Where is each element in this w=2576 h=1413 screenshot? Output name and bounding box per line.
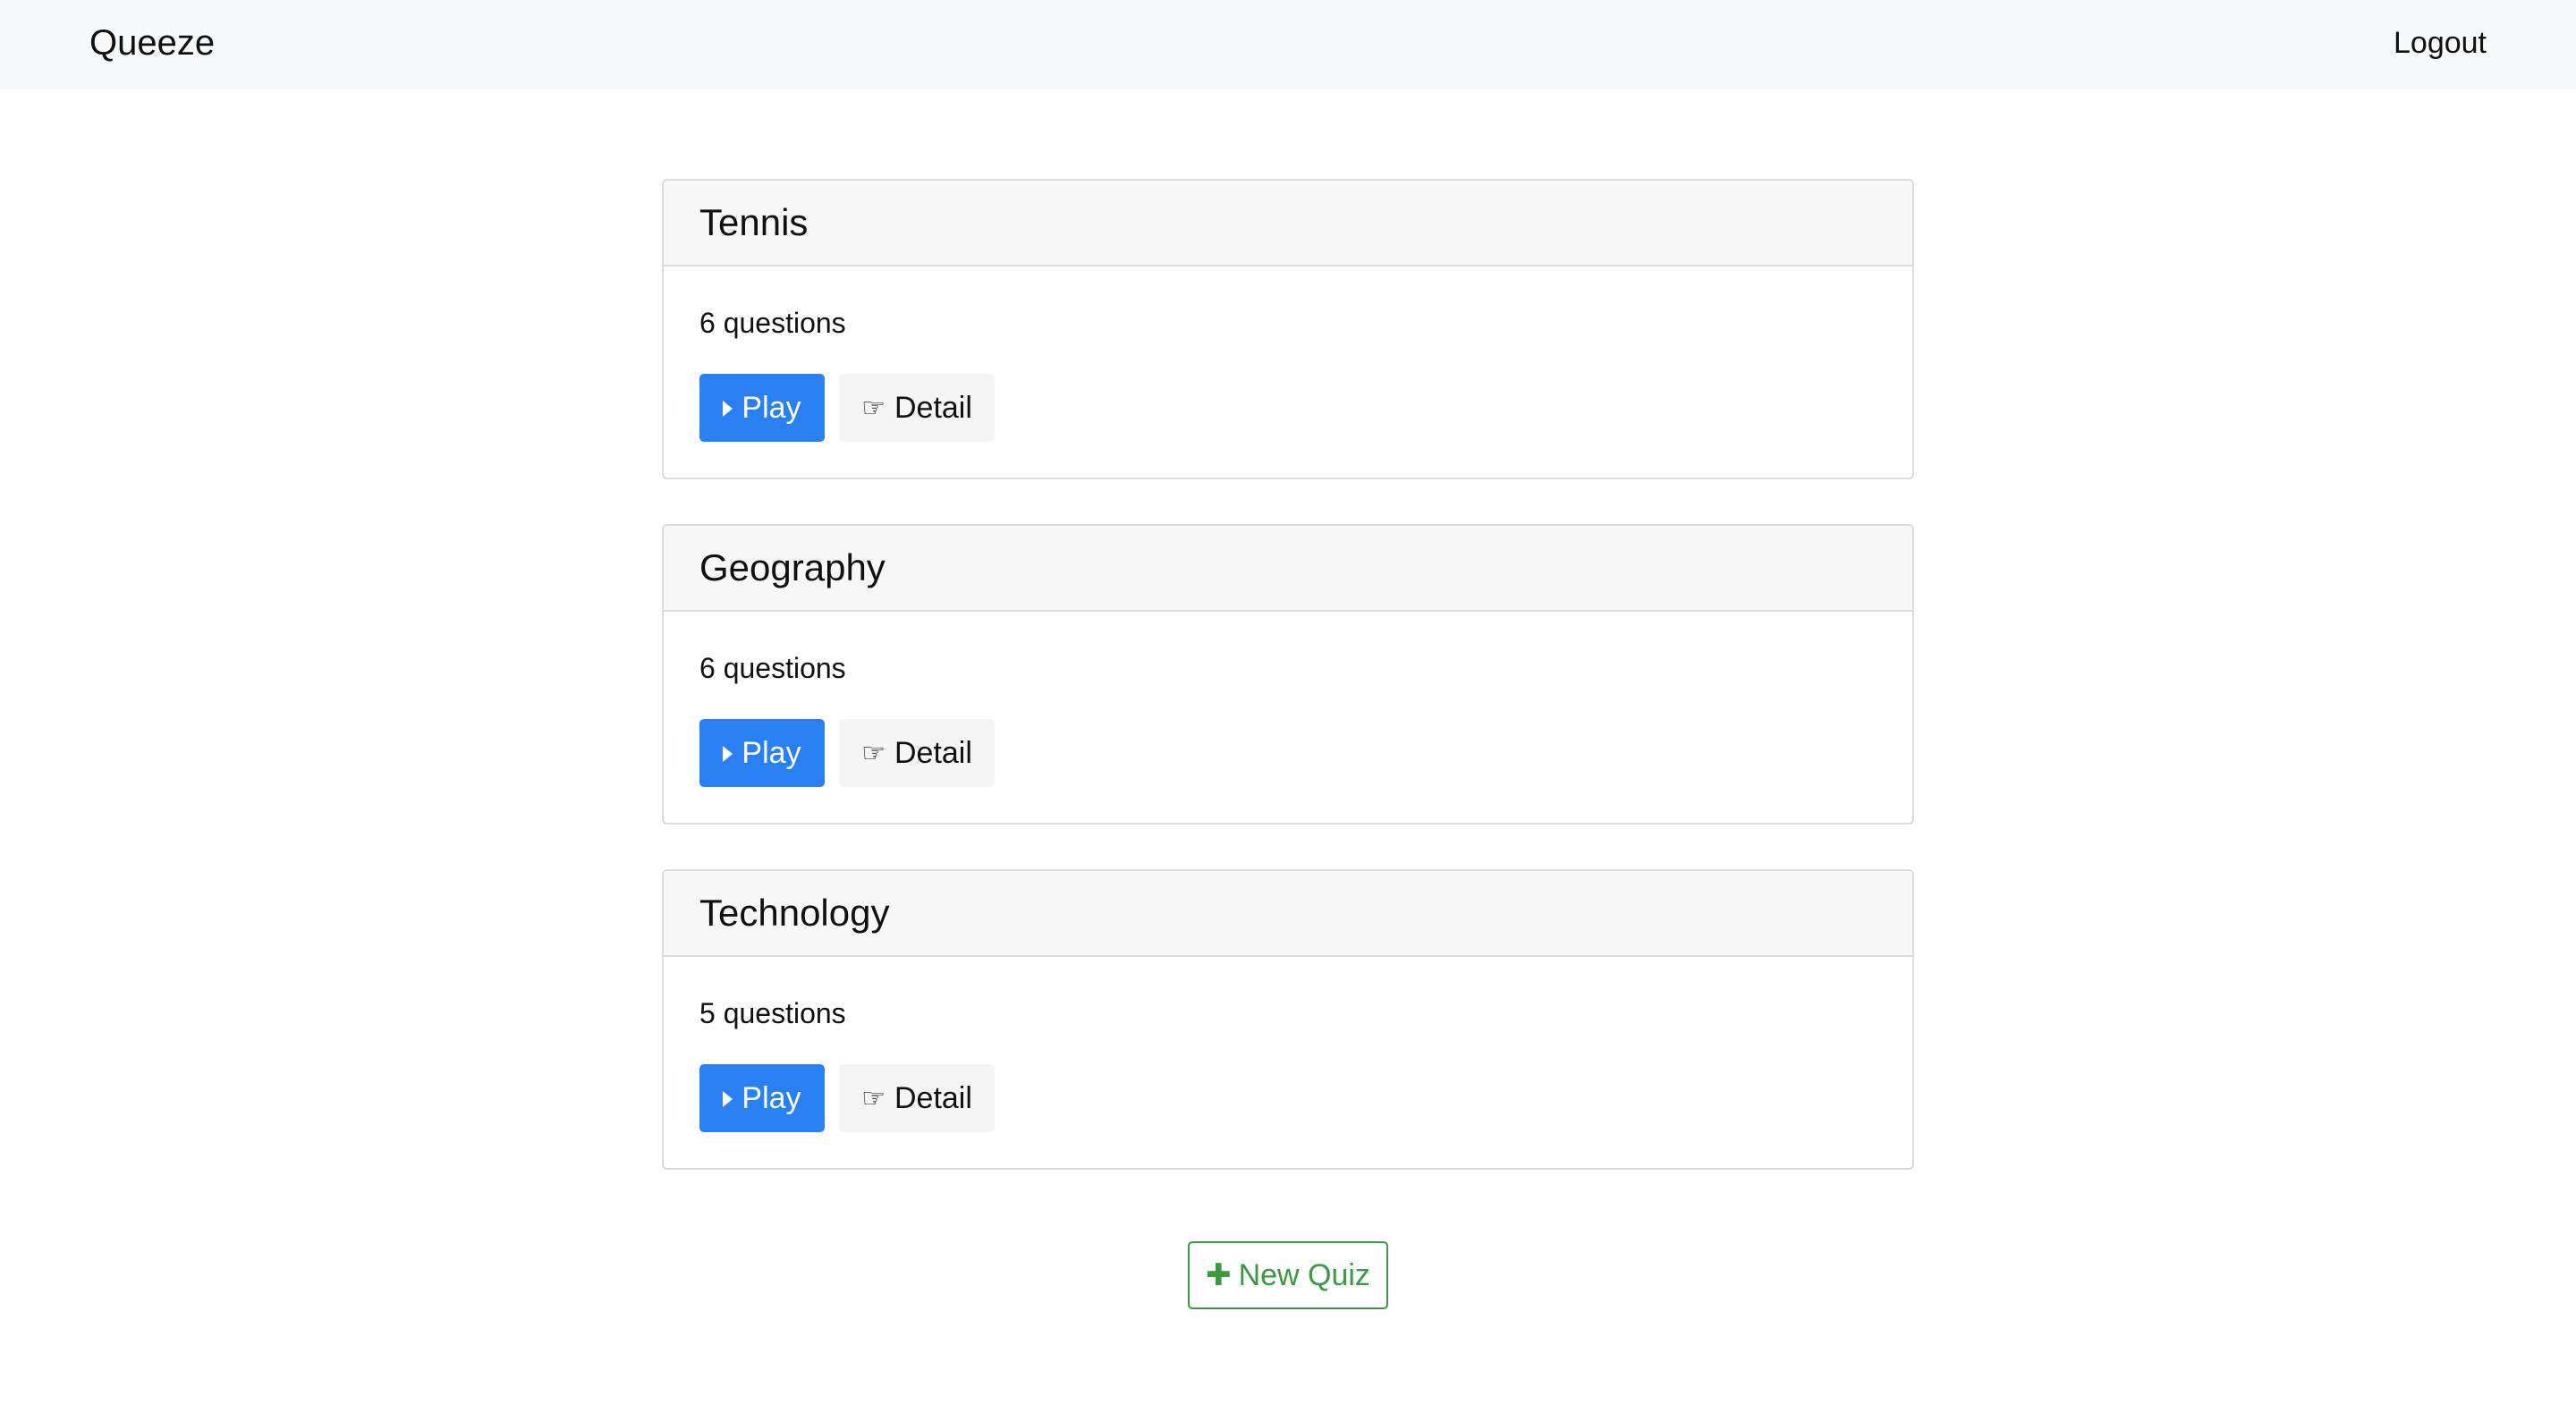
detail-button[interactable]: ☞ Detail	[839, 1064, 995, 1132]
play-button[interactable]: Play	[699, 374, 825, 442]
play-icon	[723, 401, 733, 417]
pointing-hand-icon: ☞	[861, 737, 886, 769]
quiz-title: Geography	[699, 546, 886, 588]
play-button-label: Play	[741, 390, 801, 425]
new-quiz-button-label: New Quiz	[1238, 1257, 1370, 1292]
detail-button-label: Detail	[894, 735, 972, 770]
play-icon	[723, 746, 733, 762]
play-icon	[723, 1091, 733, 1107]
detail-button[interactable]: ☞ Detail	[839, 719, 995, 787]
quiz-card-header: Technology	[664, 871, 1912, 957]
pointing-hand-icon: ☞	[861, 392, 886, 424]
quiz-card: Technology 5 questions Play ☞ Detail	[662, 869, 1914, 1170]
question-count: 6 questions	[699, 652, 846, 684]
detail-button[interactable]: ☞ Detail	[839, 374, 995, 442]
plus-icon: ✚	[1206, 1257, 1232, 1293]
brand-link[interactable]: Queeze	[89, 20, 215, 66]
quiz-card-body: 6 questions Play ☞ Detail	[664, 267, 1912, 478]
question-count: 6 questions	[699, 307, 846, 339]
quiz-title: Technology	[699, 892, 890, 934]
play-button-label: Play	[741, 735, 801, 770]
detail-button-label: Detail	[894, 1080, 972, 1115]
quiz-card-header: Tennis	[664, 181, 1912, 267]
quiz-card-body: 6 questions Play ☞ Detail	[664, 612, 1912, 823]
question-count: 5 questions	[699, 997, 846, 1029]
pointing-hand-icon: ☞	[861, 1082, 886, 1114]
quiz-title: Tennis	[699, 201, 809, 243]
quiz-card: Geography 6 questions Play ☞ Detail	[662, 524, 1914, 825]
detail-button-label: Detail	[894, 390, 972, 425]
play-button[interactable]: Play	[699, 719, 825, 787]
quiz-card: Tennis 6 questions Play ☞ Detail	[662, 179, 1914, 479]
navbar: Queeze Logout	[0, 0, 2576, 89]
play-button[interactable]: Play	[699, 1064, 825, 1132]
play-button-label: Play	[741, 1080, 801, 1115]
new-quiz-button[interactable]: ✚ New Quiz	[1188, 1241, 1388, 1309]
quiz-card-header: Geography	[664, 526, 1912, 612]
logout-link[interactable]: Logout	[2394, 23, 2487, 63]
quiz-card-body: 5 questions Play ☞ Detail	[664, 957, 1912, 1168]
